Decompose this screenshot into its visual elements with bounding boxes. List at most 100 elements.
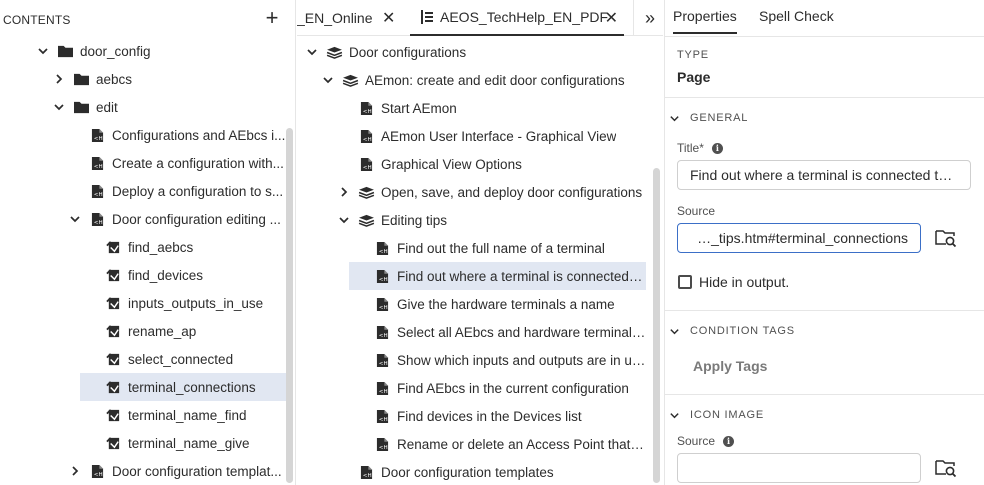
tree-item[interactable]: <H Door configuration editing ... — [68, 205, 286, 233]
svg-text:<H: <H — [378, 305, 387, 311]
info-icon[interactable]: i — [723, 435, 735, 447]
folder-icon — [56, 43, 74, 59]
title-field-label: Title* i — [677, 141, 723, 155]
icon-source-field-label: Source i — [677, 434, 735, 448]
tree-item[interactable]: aebcs — [52, 65, 286, 93]
tree-item[interactable]: find_aebcs — [84, 233, 286, 261]
apply-tags-button[interactable]: Apply Tags — [693, 358, 767, 374]
tree-item[interactable]: <H Start AEmon — [337, 94, 646, 122]
tree-item[interactable]: <H Configurations and AEbcs i... — [68, 121, 286, 149]
chevron-down-icon[interactable] — [337, 213, 351, 227]
chevron-down-icon[interactable] — [52, 100, 66, 114]
book-icon — [357, 184, 375, 200]
general-section-toggle[interactable]: GENERAL — [669, 112, 748, 124]
chevron-down-icon[interactable] — [36, 44, 50, 58]
tree-item-label: aebcs — [96, 71, 133, 87]
title-input[interactable]: Find out where a terminal is connected t… — [677, 160, 971, 190]
tree-item[interactable]: <H Show which inputs and outputs are in u… — [353, 346, 646, 374]
condition-tags-section-toggle[interactable]: CONDITION TAGS — [669, 325, 795, 337]
tree-item[interactable]: <H Find AEbcs in the current configuratio… — [353, 374, 646, 402]
tab-properties[interactable]: Properties — [673, 8, 737, 34]
toc-scrollbar[interactable] — [653, 168, 660, 483]
tree-item-label: Create a configuration with... — [112, 155, 284, 171]
tree-item-label: Open, save, and deploy door configuratio… — [381, 184, 643, 200]
tree-item[interactable]: <H Find out the full name of a terminal — [353, 234, 646, 262]
hide-in-output-checkbox[interactable] — [678, 275, 692, 289]
tree-item[interactable]: <H Graphical View Options — [337, 150, 646, 178]
svg-text:<H: <H — [378, 361, 387, 367]
chevron-down-icon — [670, 115, 679, 121]
chevron-down-icon[interactable] — [321, 73, 335, 87]
chevron-right-icon[interactable] — [52, 72, 66, 86]
topic-icon: <H — [373, 352, 391, 368]
tree-item[interactable]: <H AEmon User Interface - Graphical View — [337, 122, 646, 150]
tab-pdf-label: AEOS_TechHelp_EN_PDF — [440, 9, 609, 25]
tree-item[interactable]: terminal_name_find — [84, 401, 286, 429]
general-section-label: GENERAL — [690, 112, 749, 124]
tree-item[interactable]: edit — [52, 93, 286, 121]
tree-item[interactable]: <H Select all AEbcs and hardware terminal… — [353, 318, 646, 346]
tree-item-label: Graphical View Options — [381, 156, 522, 172]
tree-item[interactable]: AEmon: create and edit door configuratio… — [321, 66, 646, 94]
tree-item[interactable]: <H Deploy a configuration to s... — [68, 177, 286, 205]
tree-item-label: Give the hardware terminals a name — [397, 296, 615, 312]
chevron-right-icon[interactable] — [337, 185, 351, 199]
contents-scrollbar[interactable] — [286, 128, 293, 483]
tab-pdf[interactable]: AEOS_TechHelp_EN_PDF ✕ — [410, 0, 624, 36]
tree-item[interactable]: Door configurations — [305, 38, 646, 66]
close-icon[interactable]: ✕ — [382, 8, 395, 28]
tree-item[interactable]: select_connected — [84, 345, 286, 373]
chevron-right-icon[interactable] — [68, 464, 82, 478]
topic-icon: <H — [373, 436, 391, 452]
tree-item[interactable]: find_devices — [84, 261, 286, 289]
title-label-text: Title* — [677, 141, 704, 155]
svg-text:<H: <H — [93, 136, 102, 142]
browse-file-icon[interactable] — [935, 228, 957, 248]
tree-item[interactable]: <H Door configuration templates — [337, 458, 646, 485]
close-icon[interactable]: ✕ — [605, 8, 618, 28]
tree-item[interactable]: Editing tips — [337, 206, 646, 234]
info-icon[interactable]: i — [711, 142, 723, 154]
svg-text:<H: <H — [93, 192, 102, 198]
tree-item[interactable]: rename_ap — [84, 317, 286, 345]
tree-item[interactable]: <H Give the hardware terminals a name — [353, 290, 646, 318]
tree-item[interactable]: <H Door configuration templat... — [68, 457, 286, 485]
tree-item-label: Door configuration templates — [381, 464, 554, 480]
chevron-down-icon[interactable] — [68, 212, 82, 226]
tree-item-label: Rename or delete an Access Point that is… — [397, 436, 646, 452]
icon-source-input[interactable] — [677, 453, 921, 483]
tree-item[interactable]: door_config — [36, 37, 286, 65]
tree-item[interactable]: terminal_name_give — [84, 429, 286, 457]
browse-file-icon[interactable] — [935, 458, 957, 478]
topic-icon: <H — [357, 464, 375, 480]
tree-item[interactable]: <H Find out where a terminal is connected… — [349, 262, 646, 290]
tree-item-label: find_aebcs — [128, 239, 194, 255]
icon-image-section-toggle[interactable]: ICON IMAGE — [669, 409, 764, 421]
tree-item[interactable]: <H Create a configuration with... — [68, 149, 286, 177]
editor-tabs: _EN_Online ✕ AEOS_TechHelp_EN_PDF ✕ » — [297, 0, 663, 36]
tree-item[interactable]: Open, save, and deploy door configuratio… — [337, 178, 646, 206]
tree-item-label: AEmon User Interface - Graphical View — [381, 128, 617, 144]
tree-item[interactable]: <H Find devices in the Devices list — [353, 402, 646, 430]
tree-item[interactable]: <H Rename or delete an Access Point that … — [353, 430, 646, 458]
tab-spell-check[interactable]: Spell Check — [759, 8, 834, 24]
tree-item[interactable]: inputs_outputs_in_use — [84, 289, 286, 317]
topic-icon: <H — [373, 408, 391, 424]
snippet-icon — [104, 379, 122, 395]
chevron-down-icon[interactable] — [305, 45, 319, 59]
svg-text:<H: <H — [378, 417, 387, 423]
source-input[interactable]: editing_tips.htm#terminal_connections — [677, 223, 921, 253]
tree-item[interactable]: terminal_connections — [80, 373, 286, 401]
more-tabs-icon[interactable]: » — [633, 0, 663, 36]
snippet-icon — [104, 267, 122, 283]
tree-item-label: rename_ap — [128, 323, 197, 339]
tab-online[interactable]: _EN_Online ✕ — [297, 0, 409, 36]
snippet-icon — [104, 407, 122, 423]
add-icon[interactable]: + — [262, 7, 282, 29]
